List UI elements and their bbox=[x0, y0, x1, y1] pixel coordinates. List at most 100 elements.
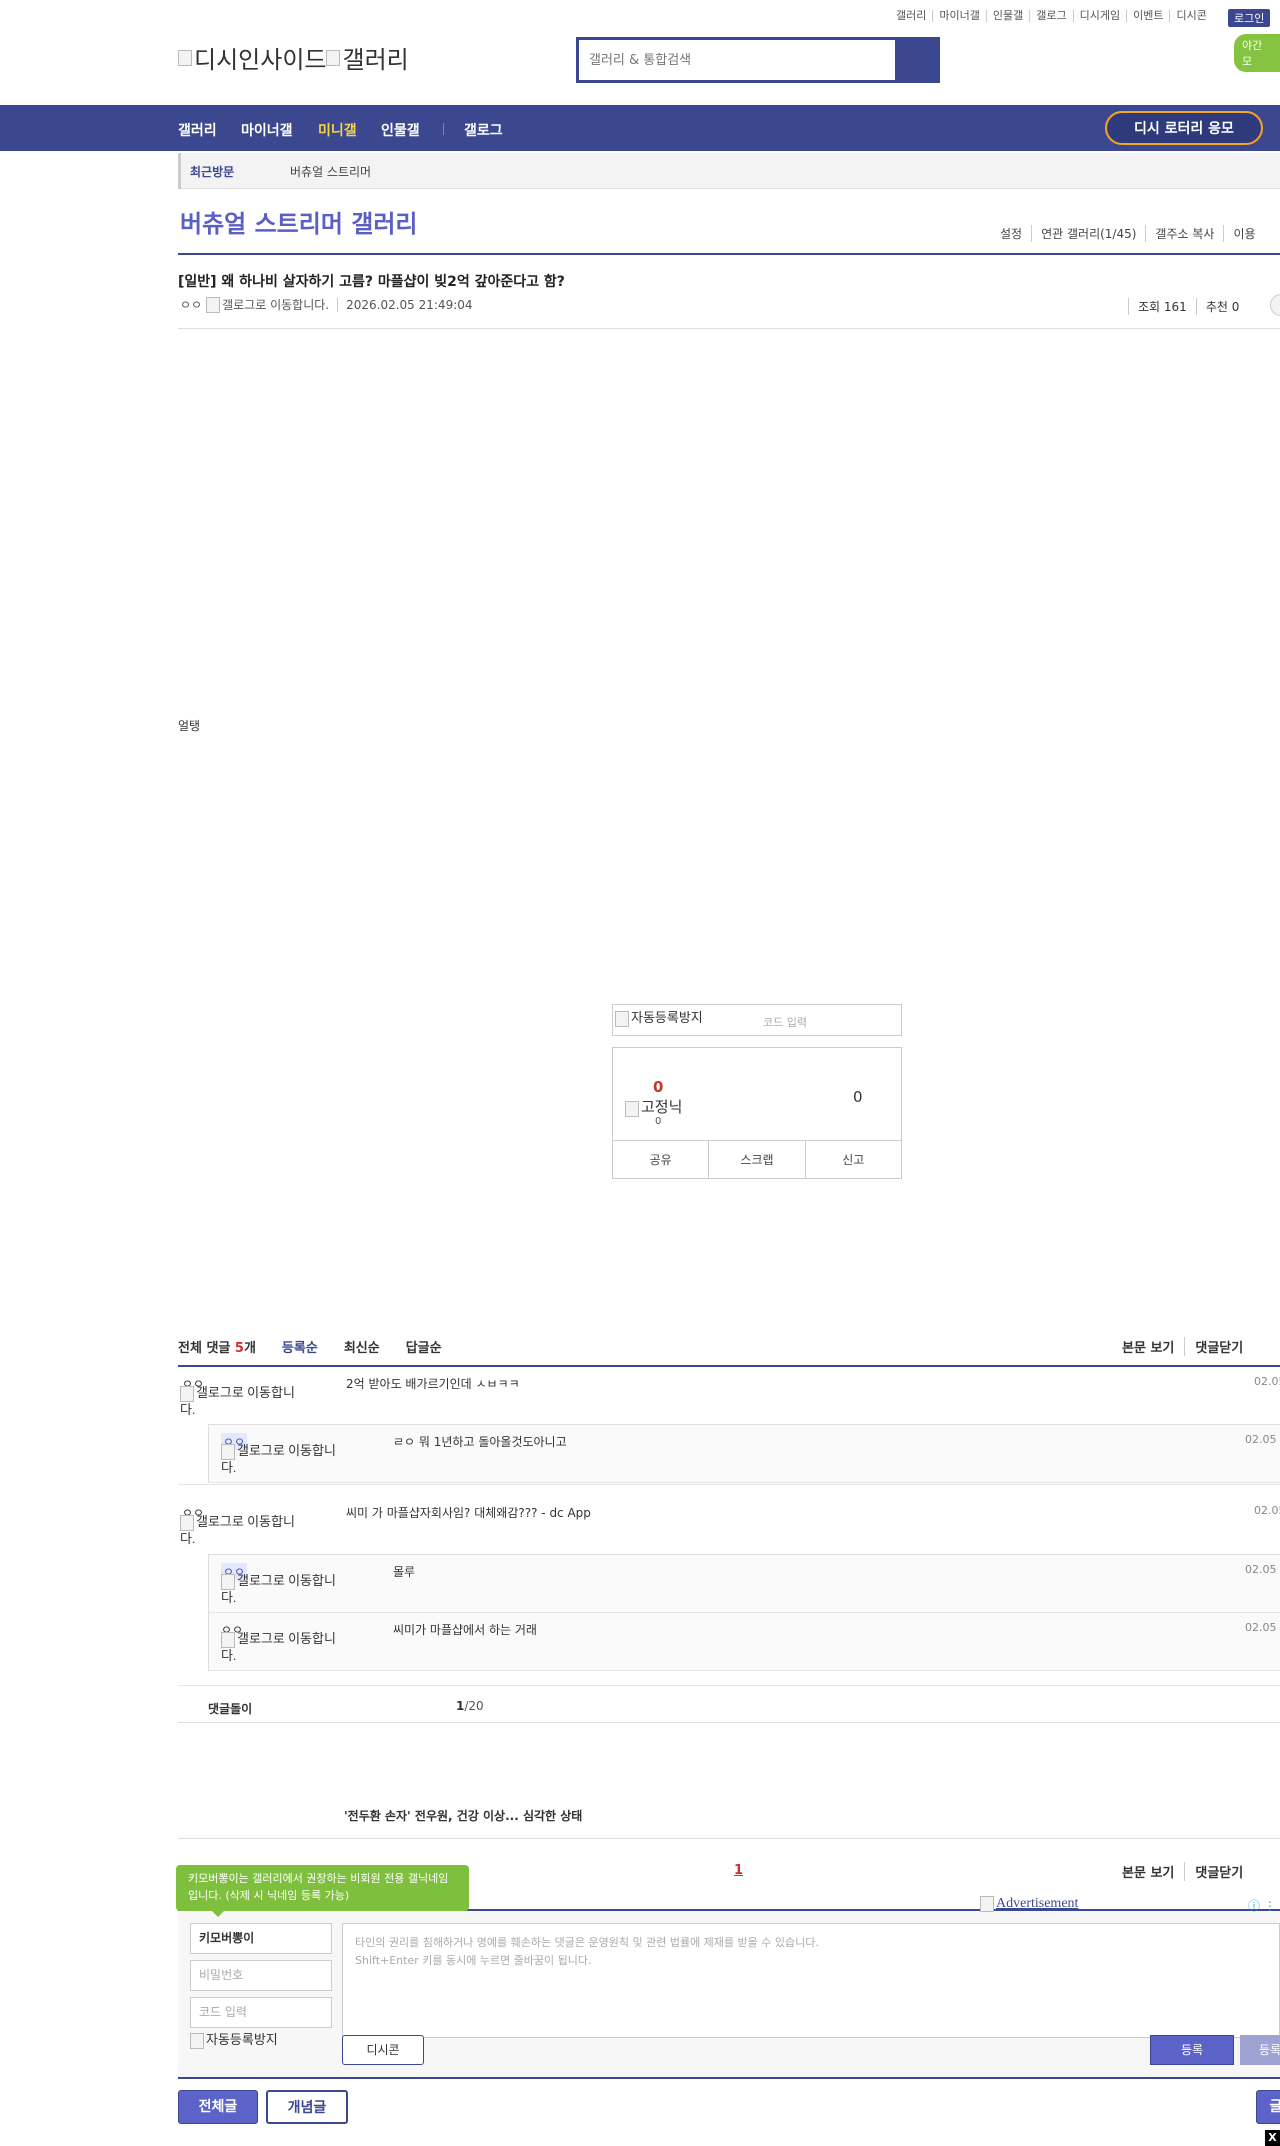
search-input[interactable] bbox=[579, 40, 895, 80]
view-body-button[interactable]: 본문 보기 bbox=[1122, 1337, 1184, 1356]
copy-gallery-url-link[interactable]: 갤주소 복사 bbox=[1145, 225, 1223, 242]
recent-visited-item[interactable]: 버츄얼 스트리머 bbox=[290, 163, 371, 180]
gallery-usage-link[interactable]: 이용 bbox=[1223, 225, 1264, 242]
broken-image-icon bbox=[206, 296, 221, 313]
close-icon[interactable]: X bbox=[1265, 2130, 1280, 2146]
broken-image-icon bbox=[625, 1100, 639, 1117]
news-headline-link[interactable]: '전두환 손자' 전우원, 건강 이상... 심각한 상태 bbox=[344, 1807, 582, 1824]
recommend-down-count[interactable]: 0 bbox=[853, 1088, 863, 1106]
post-header-divider bbox=[178, 328, 1280, 329]
comment-gallog-link[interactable]: 갤로그로 이동합니다. bbox=[180, 1385, 310, 1417]
search-button[interactable] bbox=[895, 40, 937, 80]
reply-date: 02.05 2 bbox=[1245, 1433, 1280, 1446]
site-logo[interactable]: 디시인사이드 갤러리 bbox=[178, 40, 409, 75]
comments-total-label: 전체 댓글 5개 bbox=[178, 1337, 256, 1356]
comment-page-total: /20 bbox=[464, 1699, 484, 1713]
post-body: 얼탱 bbox=[178, 719, 201, 733]
submit-comment-button[interactable]: 등록 bbox=[1150, 2035, 1234, 2065]
top-link-dcgame[interactable]: 디시게임 bbox=[1072, 10, 1126, 22]
nickname-field[interactable]: 키모버뽕이 bbox=[190, 1923, 332, 1954]
reply-gallog-link[interactable]: 갤로그로 이동합니다. bbox=[221, 1631, 351, 1663]
broken-image-icon bbox=[221, 1574, 235, 1591]
guest-nick-tooltip: 키모버뽕이는 갤러리에서 권장하는 비회원 전용 갤닉네임입니다. (삭제 시 … bbox=[176, 1865, 469, 1917]
recommend-captcha: 자동등록방지 코드 입력 bbox=[612, 1004, 902, 1036]
search-bar bbox=[576, 37, 940, 83]
gallery-settings-link[interactable]: 설정 bbox=[1000, 225, 1031, 242]
textarea-placeholder-line1: 타인의 권리를 침해하거나 명예를 훼손하는 댓글은 운영원칙 및 관련 법률에… bbox=[355, 1936, 819, 1949]
comments-count: 5 bbox=[234, 1341, 244, 1356]
comments-label-suffix: 개 bbox=[243, 1341, 256, 1356]
recent-visited-label[interactable]: 최근방문 bbox=[190, 163, 234, 180]
top-link-gallog[interactable]: 갤로그 bbox=[1029, 10, 1072, 22]
more-options-icon[interactable] bbox=[1270, 294, 1280, 316]
comment-bot-label: 댓글돌이 bbox=[208, 1702, 253, 1716]
comment-date: 02.05 2 bbox=[1254, 1504, 1280, 1517]
page-number-link[interactable]: 1 bbox=[734, 1863, 743, 1878]
captcha-image-alt: 자동등록방지 bbox=[631, 1010, 703, 1025]
comment-tools: 본문 보기 댓글닫기 bbox=[1122, 1337, 1253, 1356]
sort-registered[interactable]: 등록순 bbox=[282, 1337, 318, 1356]
gnb-person-gallery[interactable]: 인물갤 bbox=[381, 120, 420, 140]
top-link-person[interactable]: 인물갤 bbox=[985, 10, 1029, 22]
top-link-dccon[interactable]: 디시콘 bbox=[1169, 10, 1212, 22]
fixed-nick-image: 고정닉 bbox=[625, 1096, 682, 1117]
logo-alt-text: 디시인사이드 bbox=[194, 48, 327, 74]
report-button[interactable]: 신고 bbox=[804, 1141, 901, 1178]
broken-image-icon bbox=[178, 49, 192, 66]
all-posts-button[interactable]: 전체글 bbox=[178, 2090, 258, 2124]
reply-gallog-link[interactable]: 갤로그로 이동합니다. bbox=[221, 1573, 351, 1605]
recommend-up-count[interactable]: 0 bbox=[653, 1078, 663, 1096]
ad-info-icon[interactable]: ⓘ ⋮ bbox=[1248, 1897, 1276, 1914]
top-utility-links: 갤러리 마이너갤 인물갤 갤로그 디시게임 이벤트 디시콘 bbox=[890, 10, 1213, 22]
post-author[interactable]: ㅇㅇ bbox=[180, 296, 202, 313]
comment-textarea[interactable]: 타인의 권리를 침해하거나 명예를 훼손하는 댓글은 운영원칙 및 관련 법률에… bbox=[342, 1923, 1280, 2038]
close-comments-button[interactable]: 댓글닫기 bbox=[1184, 1337, 1253, 1356]
reply-text: 몰루 bbox=[393, 1565, 416, 1579]
sort-latest[interactable]: 최신순 bbox=[344, 1337, 380, 1356]
reply-item: ㅇㅇ 갤로그로 이동합니다. 씨미가 마플샵에서 하는 거래 02.05 2 bbox=[209, 1613, 1280, 1671]
post-gallog-link[interactable]: 갤로그로 이동합니다. bbox=[222, 296, 329, 313]
related-gallery-link[interactable]: 연관 갤러리(1/45) bbox=[1031, 225, 1145, 242]
top-link-minor[interactable]: 마이너갤 bbox=[932, 10, 985, 22]
close-comments-button-bottom[interactable]: 댓글닫기 bbox=[1184, 1862, 1253, 1881]
top-link-gallery[interactable]: 갤러리 bbox=[890, 10, 932, 22]
post-date: 2026.02.05 21:49:04 bbox=[337, 297, 473, 312]
code-input-field[interactable]: 코드 입력 bbox=[190, 1997, 332, 2028]
gnb-mini-gallery[interactable]: 미니갤 bbox=[318, 120, 357, 140]
search-icon bbox=[895, 40, 937, 80]
advertisement-alt: Advertisement bbox=[996, 1896, 1079, 1912]
captcha-code-input[interactable]: 코드 입력 bbox=[763, 1014, 807, 1030]
sort-replies[interactable]: 답글순 bbox=[406, 1337, 442, 1356]
broken-image-icon bbox=[190, 2033, 204, 2050]
broken-image-icon bbox=[180, 1515, 194, 1532]
submit-with-option-button[interactable]: 등록 bbox=[1240, 2035, 1280, 2065]
advertisement-link[interactable]: Advertisement bbox=[980, 1896, 1078, 1912]
comment-date: 02.05 2 bbox=[1254, 1375, 1280, 1388]
scrap-button[interactable]: 스크랩 bbox=[708, 1141, 804, 1178]
gnb-gallog[interactable]: 갤로그 bbox=[464, 120, 503, 140]
reply-date: 02.05 2 bbox=[1245, 1621, 1280, 1634]
reply-text: 씨미가 마플샵에서 하는 거래 bbox=[393, 1623, 537, 1637]
view-body-button-bottom[interactable]: 본문 보기 bbox=[1122, 1862, 1184, 1881]
gnb-divider bbox=[443, 123, 444, 135]
password-field[interactable]: 비밀번호 bbox=[190, 1960, 332, 1991]
gnb-gallery[interactable]: 갤러리 bbox=[178, 120, 217, 140]
comment-gallog-link[interactable]: 갤로그로 이동합니다. bbox=[180, 1514, 310, 1546]
dccon-button[interactable]: 디시콘 bbox=[342, 2035, 424, 2065]
hot-posts-button[interactable]: 개념글 bbox=[266, 2090, 348, 2124]
gallery-title[interactable]: 버츄얼 스트리머 갤러리 bbox=[180, 204, 418, 239]
fixed-nick-alt: 고정닉 bbox=[641, 1100, 683, 1116]
share-button[interactable]: 공유 bbox=[613, 1141, 708, 1178]
comment-text: 씨미 가 마플샵자회사임? 대체왜감??? - dc App bbox=[346, 1506, 591, 1520]
night-mode-button[interactable]: 야간 모 bbox=[1234, 34, 1280, 72]
gnb-minor-gallery[interactable]: 마이너갤 bbox=[241, 120, 293, 140]
reply-date: 02.05 2 bbox=[1245, 1563, 1280, 1576]
login-button[interactable]: 로그인 bbox=[1228, 9, 1271, 27]
post-title: [일반] 왜 하나비 살자하기 고름? 마플샵이 빚2억 갚아준다고 함? bbox=[178, 274, 565, 290]
write-post-button[interactable]: 글 bbox=[1256, 2090, 1280, 2124]
lottery-button[interactable]: 디시 로터리 응모 bbox=[1105, 111, 1263, 145]
comment-write-box: 키모버뽕이 비밀번호 코드 입력 자동등록방지 타인의 권리를 침해하거나 명예… bbox=[178, 1909, 1280, 2079]
comment-gallog-alt: 갤로그로 이동합니다. bbox=[180, 1385, 295, 1418]
top-link-event[interactable]: 이벤트 bbox=[1126, 10, 1169, 22]
reply-gallog-link[interactable]: 갤로그로 이동합니다. bbox=[221, 1443, 351, 1475]
